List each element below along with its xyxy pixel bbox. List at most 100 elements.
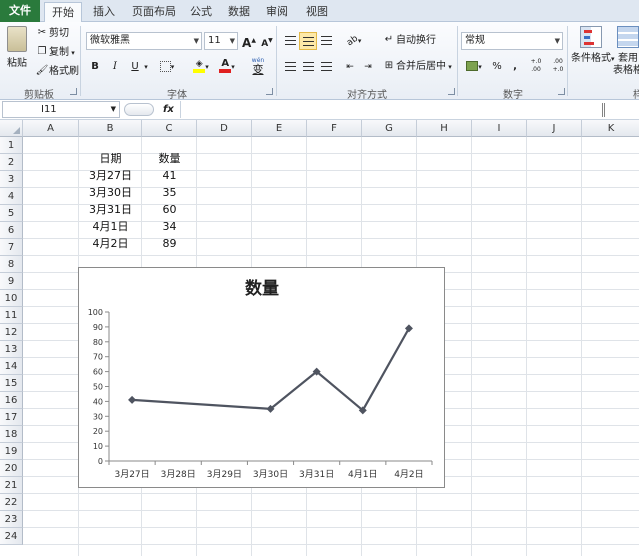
- row-header-14[interactable]: 14: [0, 358, 23, 375]
- name-box[interactable]: I11 ▼: [2, 101, 120, 118]
- align-center-button[interactable]: [299, 58, 317, 76]
- tab-view[interactable]: 视图: [302, 2, 332, 22]
- row-header-10[interactable]: 10: [0, 290, 23, 307]
- number-format-combo[interactable]: 常规 ▼: [461, 32, 563, 50]
- row-header-21[interactable]: 21: [0, 477, 23, 494]
- copy-button[interactable]: ❐ 复制 ▾: [35, 45, 75, 61]
- orientation-button[interactable]: ab▾: [343, 32, 365, 50]
- row-header-3[interactable]: 3: [0, 171, 23, 188]
- align-bottom-button[interactable]: [317, 32, 335, 50]
- cell-c2[interactable]: 数量: [142, 150, 197, 167]
- italic-button[interactable]: I: [106, 58, 124, 76]
- table-row-qty[interactable]: 60: [142, 201, 197, 218]
- tab-file[interactable]: 文件: [0, 0, 40, 22]
- table-row-date[interactable]: 3月31日: [79, 201, 142, 218]
- paste-button[interactable]: 粘贴: [4, 26, 30, 78]
- alignment-launcher-icon[interactable]: [448, 88, 455, 95]
- column-header-k[interactable]: K: [582, 120, 639, 137]
- table-row-qty[interactable]: 89: [142, 235, 197, 252]
- fill-color-button[interactable]: ◈ ▾: [190, 58, 212, 76]
- increase-indent-button[interactable]: ⇥: [359, 58, 377, 76]
- row-header-1[interactable]: 1: [0, 137, 23, 154]
- wrap-text-button[interactable]: ↵ 自动换行: [382, 33, 436, 49]
- row-header-4[interactable]: 4: [0, 188, 23, 205]
- row-gridline: [23, 493, 639, 494]
- row-header-18[interactable]: 18: [0, 426, 23, 443]
- row-header-19[interactable]: 19: [0, 443, 23, 460]
- column-header-c[interactable]: C: [142, 120, 197, 137]
- row-header-24[interactable]: 24: [0, 528, 23, 545]
- table-row-date[interactable]: 4月2日: [79, 235, 142, 252]
- percent-button[interactable]: %: [488, 58, 506, 76]
- format-as-table-button[interactable]: 套用 表格格: [613, 26, 639, 77]
- line-chart[interactable]: 数量 0 10 20 30 40 50 60 70 80 90 100 3月27日 3月28日 3月29日 3…: [78, 267, 445, 488]
- column-header-b[interactable]: B: [79, 120, 142, 137]
- cell-b2[interactable]: 日期: [79, 150, 142, 167]
- column-header-h[interactable]: H: [417, 120, 472, 137]
- formula-bar-handle-icon[interactable]: [124, 103, 154, 116]
- row-header-22[interactable]: 22: [0, 494, 23, 511]
- row-header-9[interactable]: 9: [0, 273, 23, 290]
- column-header-j[interactable]: J: [527, 120, 582, 137]
- row-header-7[interactable]: 7: [0, 239, 23, 256]
- bold-button[interactable]: B: [86, 58, 104, 76]
- accounting-format-button[interactable]: ▾: [461, 58, 487, 76]
- tab-review[interactable]: 审阅: [262, 2, 292, 22]
- font-launcher-icon[interactable]: [266, 88, 273, 95]
- column-header-d[interactable]: D: [197, 120, 252, 137]
- row-header-13[interactable]: 13: [0, 341, 23, 358]
- row-header-17[interactable]: 17: [0, 409, 23, 426]
- column-header-i[interactable]: I: [472, 120, 527, 137]
- shrink-font-button[interactable]: A▼: [258, 32, 276, 50]
- row-header-11[interactable]: 11: [0, 307, 23, 324]
- increase-decimal-button[interactable]: +.0 .00: [526, 58, 546, 76]
- tab-page-layout[interactable]: 页面布局: [126, 2, 182, 22]
- align-top-button[interactable]: [281, 32, 299, 50]
- insert-function-button[interactable]: fx: [163, 101, 174, 118]
- align-right-button[interactable]: [317, 58, 335, 76]
- tab-insert[interactable]: 插入: [86, 2, 122, 22]
- tab-formulas[interactable]: 公式: [186, 2, 216, 22]
- font-name-combo[interactable]: 微软雅黑 ▼: [86, 32, 202, 50]
- tab-data[interactable]: 数据: [224, 2, 254, 22]
- grow-font-button[interactable]: A▲: [240, 32, 258, 50]
- phonetic-button[interactable]: wén 变: [246, 56, 270, 78]
- align-left-button[interactable]: [281, 58, 299, 76]
- row-header-23[interactable]: 23: [0, 511, 23, 528]
- decrease-indent-button[interactable]: ⇤: [341, 58, 359, 76]
- clipboard-launcher-icon[interactable]: [70, 88, 77, 95]
- row-header-15[interactable]: 15: [0, 375, 23, 392]
- borders-button[interactable]: ▾: [156, 58, 178, 76]
- table-row-qty[interactable]: 34: [142, 218, 197, 235]
- formula-input[interactable]: [180, 101, 636, 118]
- table-row-date[interactable]: 3月27日: [79, 167, 142, 184]
- cut-button[interactable]: ✂ 剪切: [35, 26, 69, 42]
- row-header-5[interactable]: 5: [0, 205, 23, 222]
- conditional-format-button[interactable]: 条件格式▾: [571, 26, 615, 65]
- align-middle-button[interactable]: [299, 32, 317, 50]
- row-header-16[interactable]: 16: [0, 392, 23, 409]
- table-row-date[interactable]: 4月1日: [79, 218, 142, 235]
- row-header-6[interactable]: 6: [0, 222, 23, 239]
- row-header-8[interactable]: 8: [0, 256, 23, 273]
- select-all-corner[interactable]: [0, 120, 23, 137]
- column-header-e[interactable]: E: [252, 120, 307, 137]
- number-launcher-icon[interactable]: [558, 88, 565, 95]
- font-size-combo[interactable]: 11 ▼: [204, 32, 238, 50]
- column-header-a[interactable]: A: [23, 120, 79, 137]
- comma-button[interactable]: ,: [506, 58, 524, 76]
- column-header-f[interactable]: F: [307, 120, 362, 137]
- row-header-2[interactable]: 2: [0, 154, 23, 171]
- row-header-20[interactable]: 20: [0, 460, 23, 477]
- table-row-qty[interactable]: 35: [142, 184, 197, 201]
- column-header-g[interactable]: G: [362, 120, 417, 137]
- decrease-decimal-button[interactable]: .00 +.0: [548, 58, 568, 76]
- table-row-qty[interactable]: 41: [142, 167, 197, 184]
- table-row-date[interactable]: 3月30日: [79, 184, 142, 201]
- tab-home[interactable]: 开始: [44, 2, 82, 23]
- font-color-button[interactable]: A ▾: [216, 58, 238, 76]
- row-header-12[interactable]: 12: [0, 324, 23, 341]
- merge-center-button[interactable]: ⊞ 合并后居中 ▾: [382, 59, 452, 75]
- underline-dropdown-icon[interactable]: ▾: [141, 58, 151, 76]
- format-painter-button[interactable]: 🖌格式刷: [35, 64, 79, 80]
